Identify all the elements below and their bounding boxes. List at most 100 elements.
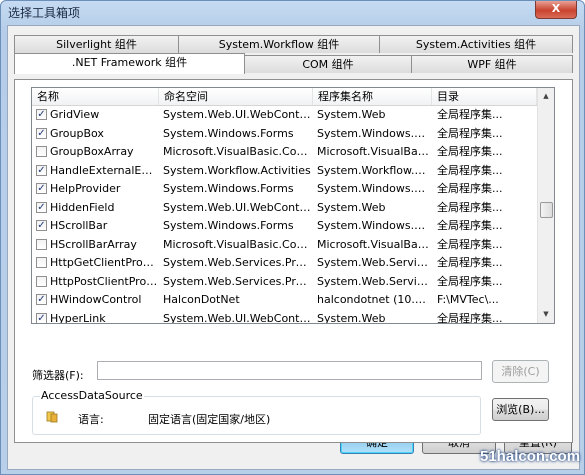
cell-name: HelpProvider — [50, 182, 121, 195]
cell-name: HttpGetClientProto... — [50, 256, 158, 269]
cell-directory: 全局程序集... — [437, 182, 503, 195]
cell-name: HWindowControl — [50, 293, 142, 306]
cell-directory: 全局程序集... — [437, 256, 503, 269]
cell-assembly: System.Windows.Fo... — [317, 219, 431, 232]
cell-directory: 全局程序集... — [437, 237, 503, 251]
tab-system-activities[interactable]: System.Activities 组件 — [379, 35, 573, 53]
language-value: 固定语言(固定国家/地区) — [148, 413, 271, 426]
cell-directory: 全局程序集... — [437, 163, 503, 177]
cell-directory: 全局程序集... — [437, 145, 503, 158]
cell-name: HScrollBar — [50, 219, 108, 232]
tab-net-framework[interactable]: .NET Framework 组件 — [14, 53, 245, 74]
cell-assembly: Microsoft.VisualBas... — [317, 145, 431, 158]
tab-wpf[interactable]: WPF 组件 — [411, 55, 573, 73]
cell-directory: 全局程序集... — [437, 219, 503, 232]
cell-assembly: System.Web — [317, 311, 386, 324]
row-checkbox[interactable] — [36, 238, 47, 250]
details-groupbox: AccessDataSource 语言: 固定语言(固定国家/地区) — [32, 389, 481, 435]
cell-directory: 全局程序集... — [437, 200, 503, 214]
cell-assembly: System.Web — [317, 108, 386, 121]
cell-namespace: Microsoft.VisualBasic.Com... — [163, 237, 313, 251]
cell-namespace: System.Workflow.Activities — [163, 163, 311, 177]
row-checkbox[interactable]: ✓ — [36, 294, 47, 305]
cell-name: HttpPostClientProt... — [50, 274, 158, 288]
row-checkbox[interactable]: ✓ — [36, 201, 47, 213]
cell-name: HiddenField — [50, 200, 115, 214]
row-checkbox[interactable] — [36, 146, 47, 157]
cell-assembly: System.Web.Services — [317, 256, 431, 269]
cell-name: GridView — [50, 108, 100, 121]
cell-namespace: System.Windows.Forms — [163, 126, 294, 140]
cell-name: HandleExternalEvent — [50, 163, 158, 177]
row-checkbox[interactable] — [36, 275, 47, 287]
table-row[interactable]: HttpPostClientProt... System.Web.Service… — [32, 273, 554, 292]
cell-name: HyperLink — [50, 311, 106, 324]
component-list[interactable]: 名称 命名空间 程序集名称 目录 ✓ GridView System.Web.U… — [31, 87, 555, 324]
column-header-name[interactable]: 名称 — [32, 88, 159, 105]
cell-namespace: HalconDotNet — [163, 293, 240, 306]
cell-assembly: Microsoft.VisualBas... — [317, 237, 431, 251]
cell-namespace: System.Windows.Forms — [163, 182, 294, 195]
table-row[interactable]: ✓ GroupBox System.Windows.Forms System.W… — [32, 125, 554, 144]
cell-directory: 全局程序集... — [437, 108, 503, 121]
row-checkbox[interactable]: ✓ — [36, 312, 47, 323]
table-row[interactable]: ✓ HyperLink System.Web.UI.WebContr... Sy… — [32, 310, 554, 324]
cell-assembly: System.Windows.Fo... — [317, 182, 431, 195]
cell-name: GroupBox — [50, 126, 104, 140]
window-title: 选择工具箱项 — [8, 6, 81, 20]
dialog-window: 选择工具箱项 X Silverlight 组件 System.Workflow … — [0, 0, 585, 475]
vertical-scrollbar[interactable]: ▲ ▼ — [537, 88, 554, 323]
row-checkbox[interactable]: ✓ — [36, 127, 47, 139]
cell-assembly: halcondotnet (10.0.... — [317, 293, 431, 306]
column-header-namespace[interactable]: 命名空间 — [159, 88, 313, 105]
cell-assembly: System.Windows.Fo... — [317, 126, 431, 140]
table-row[interactable]: HScrollBarArray Microsoft.VisualBasic.Co… — [32, 236, 554, 255]
tab-panel: 名称 命名空间 程序集名称 目录 ✓ GridView System.Web.U… — [14, 79, 573, 443]
cell-namespace: System.Web.UI.WebContr... — [163, 200, 313, 214]
row-checkbox[interactable]: ✓ — [36, 220, 47, 231]
globe-icon — [46, 411, 58, 423]
row-checkbox[interactable] — [36, 257, 47, 268]
filter-input[interactable] — [97, 361, 482, 380]
cell-assembly: System.Web — [317, 200, 386, 214]
tab-system-workflow[interactable]: System.Workflow 组件 — [178, 35, 380, 53]
table-row[interactable]: ✓ HiddenField System.Web.UI.WebContr... … — [32, 199, 554, 218]
cell-name: GroupBoxArray — [50, 145, 134, 158]
cell-directory: F:\MVTec\... — [437, 293, 499, 306]
table-row[interactable]: GroupBoxArray Microsoft.VisualBasic.Com.… — [32, 143, 554, 162]
table-row[interactable]: ✓ HelpProvider System.Windows.Forms Syst… — [32, 180, 554, 199]
scroll-up-icon[interactable]: ▲ — [538, 88, 554, 105]
row-checkbox[interactable]: ✓ — [36, 183, 47, 194]
cell-name: HScrollBarArray — [50, 237, 137, 251]
cell-assembly: System.Workflow.A... — [317, 163, 431, 177]
table-row[interactable]: HttpGetClientProto... System.Web.Service… — [32, 254, 554, 273]
selected-component-title: AccessDataSource — [40, 389, 144, 402]
cell-namespace: System.Web.Services.Prot... — [163, 256, 313, 269]
table-row[interactable]: ✓ HScrollBar System.Windows.Forms System… — [32, 217, 554, 236]
title-bar[interactable]: 选择工具箱项 X — [1, 1, 584, 21]
cell-assembly: System.Web.Services — [317, 274, 431, 288]
cell-namespace: System.Windows.Forms — [163, 219, 294, 232]
column-header-directory[interactable]: 目录 — [432, 88, 537, 105]
close-button[interactable]: X — [535, 1, 577, 19]
tab-silverlight[interactable]: Silverlight 组件 — [14, 35, 179, 53]
filter-label: 筛选器(F): — [32, 369, 84, 382]
table-row[interactable]: ✓ GridView System.Web.UI.WebContr... Sys… — [32, 106, 554, 125]
tab-com[interactable]: COM 组件 — [244, 55, 412, 73]
table-row[interactable]: ✓ HandleExternalEvent System.Workflow.Ac… — [32, 162, 554, 181]
row-checkbox[interactable]: ✓ — [36, 109, 47, 120]
row-checkbox[interactable]: ✓ — [36, 164, 47, 176]
table-row[interactable]: ✓ HWindowControl HalconDotNet halcondotn… — [32, 291, 554, 310]
scroll-down-icon[interactable]: ▼ — [538, 306, 554, 323]
watermark-text: 51halcon.com — [480, 448, 581, 465]
cell-directory: 全局程序集... — [437, 311, 503, 324]
cell-directory: 全局程序集... — [437, 274, 503, 288]
cell-namespace: System.Web.UI.WebContr... — [163, 108, 313, 121]
cell-namespace: System.Web.Services.Prot... — [163, 274, 313, 288]
cell-namespace: System.Web.UI.WebContr... — [163, 311, 313, 324]
column-header-assembly[interactable]: 程序集名称 — [313, 88, 432, 105]
language-label: 语言: — [78, 413, 104, 426]
scroll-thumb[interactable] — [540, 202, 553, 218]
browse-button[interactable]: 浏览(B)... — [492, 398, 549, 421]
clear-button[interactable]: 清除(C) — [492, 360, 549, 383]
